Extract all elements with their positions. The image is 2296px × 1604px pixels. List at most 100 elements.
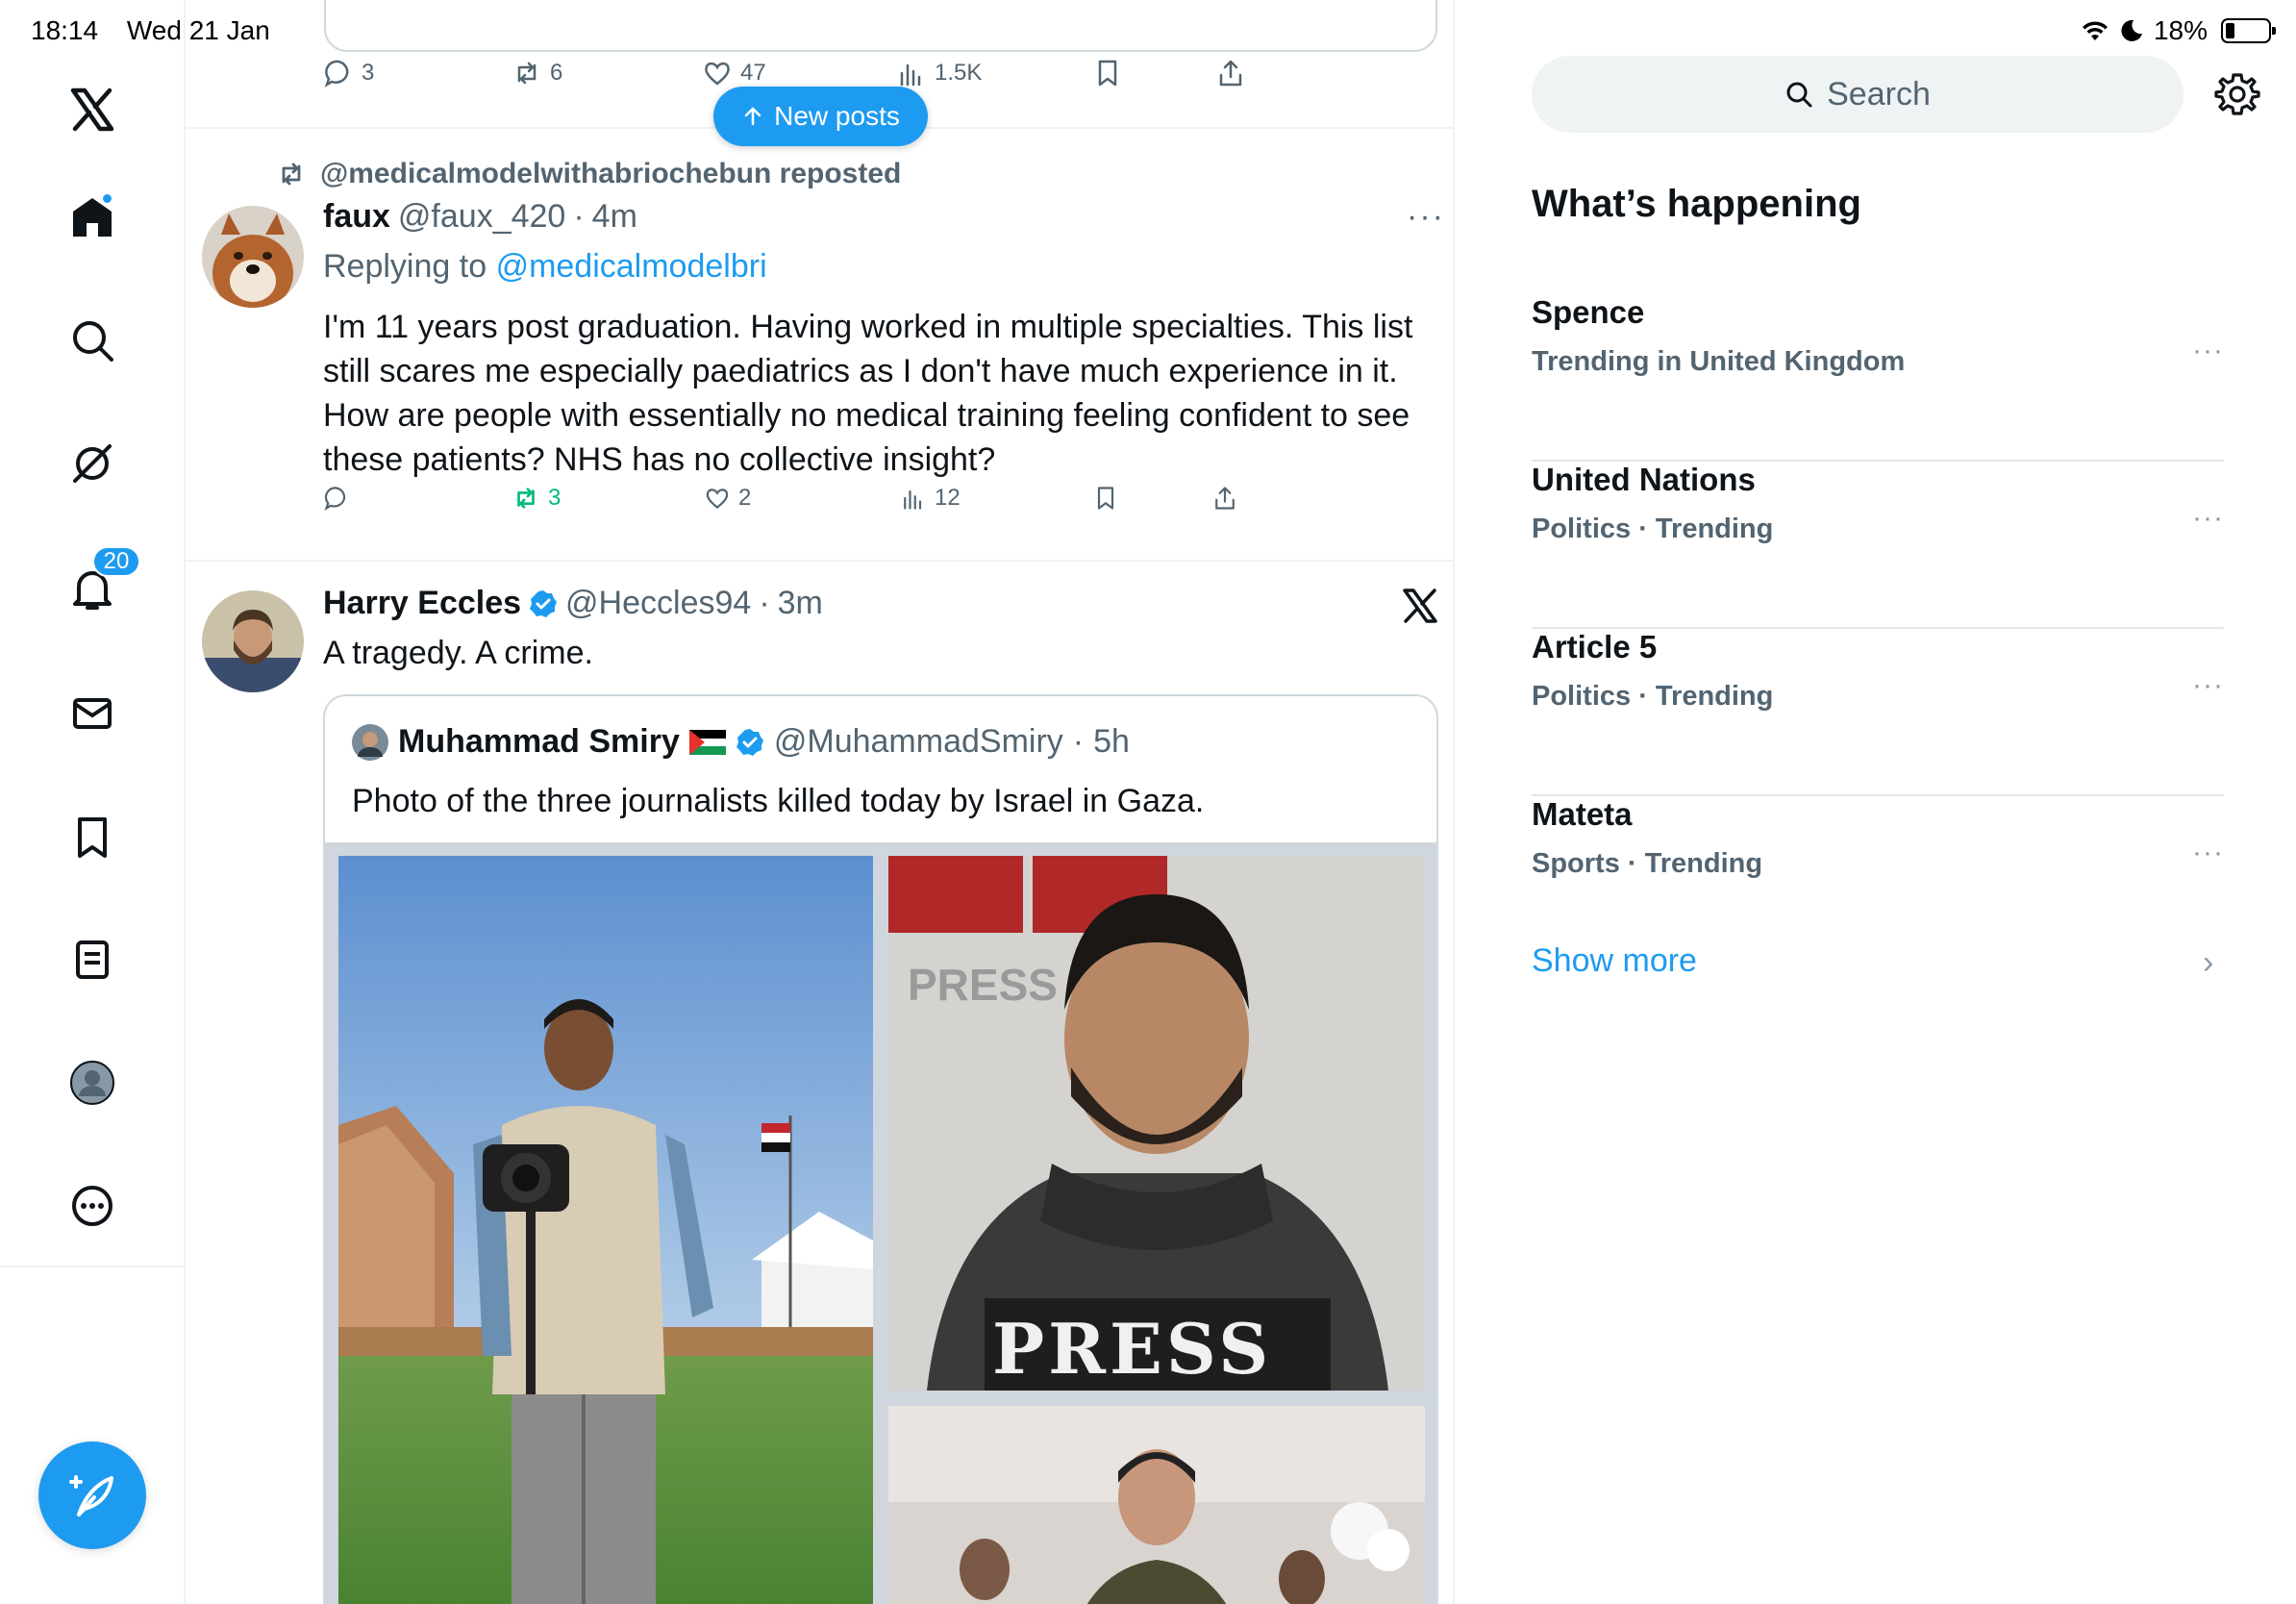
replying-prefix: Replying to (323, 248, 487, 285)
views-chart-icon (904, 489, 922, 510)
trend-context: Sports · Trending (1532, 848, 1763, 879)
bookmark-action[interactable] (1092, 58, 1123, 88)
author-name[interactable]: Harry Eccles (323, 585, 521, 622)
heart-icon (705, 62, 730, 86)
new-posts-label: New posts (774, 101, 900, 131)
post-more-icon[interactable]: ··· (1407, 198, 1445, 236)
trend-more-icon[interactable]: ··· (2192, 837, 2224, 869)
quoted-author-handle[interactable]: @MuhammadSmiry (774, 723, 1063, 761)
arrow-up-icon (744, 107, 761, 126)
more-options-icon[interactable] (63, 1177, 121, 1235)
search-input[interactable]: Search (1532, 56, 2184, 133)
x-logo-icon[interactable] (63, 81, 121, 138)
lists-icon[interactable] (63, 931, 121, 989)
reply-action[interactable]: 3 (323, 58, 374, 88)
post1-header: faux @faux_420 · 4m (323, 198, 637, 236)
photo-journalist-press-vest: PRESS PRESS (888, 856, 1425, 1391)
repost-count: 6 (550, 60, 563, 86)
reply-icon (324, 487, 346, 511)
quoted-author-avatar[interactable] (352, 723, 388, 761)
verified-badge-icon (530, 589, 558, 617)
quoted-post-header: Muhammad Smiry @MuhammadSmiry · 5h (352, 723, 1130, 761)
search-icon (1786, 82, 1812, 108)
trend-name: Article 5 (1532, 629, 1658, 664)
bookmark-icon (1098, 60, 1117, 87)
views-action[interactable]: 1.5K (896, 58, 982, 88)
trend-name: Spence (1532, 294, 1645, 330)
views-action[interactable]: 12 (900, 485, 961, 512)
search-placeholder: Search (1827, 75, 1931, 113)
grok-icon[interactable] (63, 435, 121, 492)
replying-to: Replying to @medicalmodelbri (323, 248, 767, 286)
trend-context: Trending in United Kingdom (1532, 346, 1906, 377)
bookmarks-icon[interactable] (63, 808, 121, 865)
home-unread-dot (101, 192, 113, 205)
repost-icon (517, 488, 535, 509)
palestine-flag-icon (688, 729, 726, 755)
profile-avatar-icon[interactable] (63, 1054, 121, 1112)
svg-text:PRESS: PRESS (908, 960, 1058, 1010)
messages-envelope-icon[interactable] (63, 685, 121, 742)
repost-count: 3 (548, 485, 562, 511)
share-icon (1219, 60, 1242, 87)
trend-context: Politics · Trending (1532, 514, 1774, 544)
trend-name: Mateta (1532, 796, 1633, 832)
quoted-post-card[interactable]: Muhammad Smiry @MuhammadSmiry · 5h Photo… (323, 694, 1438, 1604)
trend-more-icon[interactable]: ··· (2192, 669, 2224, 702)
timeline[interactable]: 3 6 47 1.5K New posts @medicalmodelwitha… (186, 0, 1455, 1604)
show-more-link[interactable]: Show more (1532, 942, 1697, 980)
post-text: A tragedy. A crime. (323, 635, 593, 671)
whats-happening-title: What’s happening (1532, 183, 1861, 225)
post-time[interactable]: 3m (778, 585, 823, 622)
repost-small-icon (282, 163, 301, 186)
post-divider (186, 560, 1453, 562)
post-text: I'm 11 years post graduation. Having wor… (323, 309, 1413, 478)
like-action[interactable]: 47 (702, 58, 766, 88)
repost-icon (517, 62, 537, 85)
bookmark-action[interactable] (1092, 485, 1119, 512)
trend-context: Politics · Trending (1532, 681, 1774, 712)
trend-more-icon[interactable]: ··· (2192, 335, 2224, 367)
avatar-faux[interactable] (202, 206, 304, 308)
notifications-bell-icon[interactable]: 20 (63, 546, 140, 617)
repost-action[interactable]: 6 (512, 58, 562, 88)
avatar-harry-eccles[interactable] (202, 590, 304, 692)
replying-to-link[interactable]: @medicalmodelbri (496, 248, 767, 285)
views-chart-icon (900, 63, 921, 87)
views-count: 12 (935, 485, 961, 511)
trend-item[interactable]: United Nations Politics · Trending ··· (1532, 462, 2224, 629)
share-icon (1215, 487, 1235, 510)
x-grok-icon[interactable] (1401, 587, 1439, 625)
quoted-author-name[interactable]: Muhammad Smiry (398, 723, 680, 761)
author-name[interactable]: faux (323, 198, 390, 236)
compose-post-button[interactable] (38, 1441, 146, 1549)
right-sidebar: Search What’s happening Spence Trending … (1455, 0, 2296, 1604)
share-action[interactable] (1215, 58, 1246, 88)
trend-item[interactable]: Article 5 Politics · Trending ··· (1532, 629, 2224, 796)
like-action[interactable]: 2 (704, 485, 751, 512)
settings-gear-icon[interactable] (2214, 71, 2260, 117)
left-navigation: 20 (0, 0, 186, 1604)
quoted-post-image[interactable]: PRESS PRESS (325, 842, 1436, 1604)
bookmark-icon (1097, 487, 1114, 510)
trend-more-icon[interactable]: ··· (2192, 502, 2224, 535)
quoted-post-text: Photo of the three journalists killed to… (352, 783, 1205, 819)
explore-search-icon[interactable] (63, 312, 121, 369)
share-action[interactable] (1211, 485, 1238, 512)
home-icon[interactable] (63, 188, 121, 246)
quoted-post-time[interactable]: 5h (1093, 723, 1130, 761)
trend-item[interactable]: Mateta Sports · Trending ··· (1532, 796, 2224, 912)
heart-icon (706, 489, 729, 510)
reply-action[interactable] (323, 485, 350, 512)
chevron-right-icon: › (2203, 944, 2214, 981)
new-posts-pill[interactable]: New posts (713, 87, 928, 146)
repost-context[interactable]: @medicalmodelwithabriochebun reposted (276, 158, 901, 190)
verified-badge-icon (736, 728, 763, 756)
author-handle[interactable]: @faux_420 (398, 198, 565, 236)
reply-icon (324, 60, 349, 88)
trend-item[interactable]: Spence Trending in United Kingdom ··· (1532, 294, 2224, 462)
post-time[interactable]: 4m (592, 198, 637, 236)
repost-action[interactable]: 3 (512, 484, 561, 513)
photo-journalist-with-camera (338, 856, 873, 1604)
author-handle[interactable]: @Heccles94 (565, 585, 751, 622)
